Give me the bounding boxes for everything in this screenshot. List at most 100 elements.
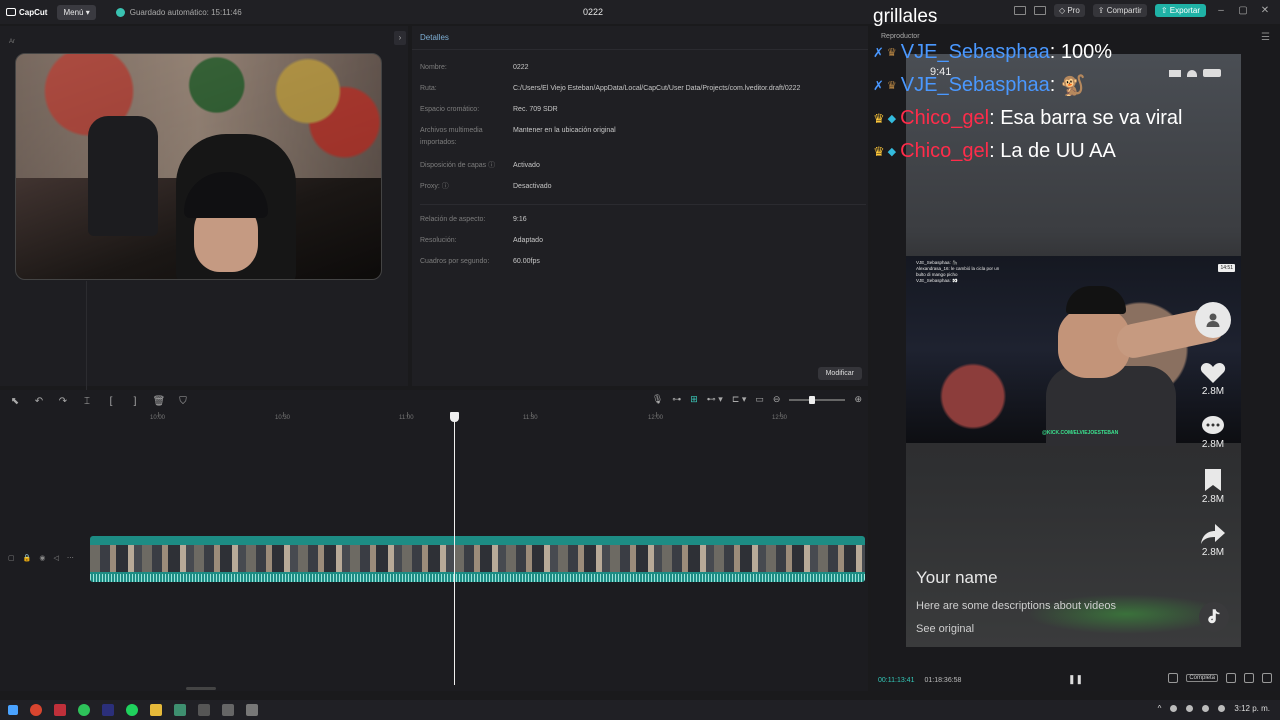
heart-icon [1200,363,1226,383]
details-header: › Detalles [394,26,868,50]
detail-label-fps: Cuadros por segundo: [420,258,490,265]
redo-icon[interactable]: ↷ [54,396,72,407]
like-action[interactable]: 2.8M [1200,362,1226,397]
chat-separator: : [989,107,1001,129]
magnet-icon[interactable]: ⊞ [690,394,698,405]
detail-label-layers-text: Disposición de capas [420,162,487,169]
microphone-icon[interactable]: 🎙 [652,394,663,405]
project-title: 0222 [583,7,604,17]
split-icon[interactable]: ⌶ [78,396,96,407]
spotify-icon[interactable] [126,704,138,716]
webcam-overlay [15,53,382,280]
share-button[interactable]: ⇪ Compartir [1092,4,1147,17]
menu-button[interactable]: Menú ▾ [57,4,96,20]
crop-icon[interactable] [1226,673,1236,683]
grid-icon[interactable] [1168,673,1179,683]
menu-button-label: Menú [63,7,84,17]
link-icon[interactable]: ⊶ [672,394,681,405]
lock-icon[interactable]: 🔒 [23,554,32,562]
collapse-panel-button[interactable]: › [394,31,406,45]
info-icon[interactable]: ⓘ [442,183,449,190]
windows-start-icon[interactable] [8,705,18,715]
media-tab[interactable]: Ar [9,39,15,45]
comment-action[interactable]: 2.8M [1201,415,1225,450]
whatsapp-icon[interactable] [78,704,90,716]
premiere-icon[interactable] [102,704,114,716]
keyboard-icon[interactable] [1033,6,1046,15]
preview-axis-icon[interactable]: ⊷ ▾ [707,394,723,405]
network-icon[interactable] [1186,705,1194,712]
detail-label-colorspace: Espacio cromático: [420,106,480,113]
capcut-taskbar-icon[interactable] [222,704,234,716]
quality-button[interactable]: Completa [1186,674,1218,682]
layout-icon[interactable] [1013,6,1026,15]
delete-icon[interactable]: 🗑 [150,396,168,407]
mic-tray-icon[interactable] [1170,705,1178,712]
detail-value-proxy: Desactivado [513,183,552,190]
shield-icon[interactable]: ⛉ [174,396,192,407]
maximize-icon[interactable]: ▢ [1236,5,1250,16]
app-logo-text: CapCut [19,7,48,17]
kick-app-icon[interactable] [54,704,66,716]
ruler-label: 10:30 [275,415,291,421]
select-tool-icon[interactable]: ⬉ [6,396,24,407]
autosave-icon [115,7,125,17]
capcut-logo-icon [6,8,16,16]
profile-avatar-icon[interactable] [1195,302,1231,338]
ratio-icon[interactable] [1244,673,1254,683]
minimize-icon[interactable]: – [1214,5,1228,16]
track-cover-icon[interactable]: ▢ [8,554,15,562]
sub-badge-icon: ♛ [886,47,897,59]
captions-icon[interactable]: ▭ [755,394,764,405]
chat-username: Chico_gel [900,107,990,129]
playhead[interactable] [454,412,455,685]
timeline-ruler[interactable]: 10:00 10:30 11:00 11:30 12:00 12:30 [90,412,866,426]
stream-chat: ✗ ♛ VJE_Sebasphaa : 100% ✗ ♛ VJE_Sebasph… [873,36,1183,168]
info-icon[interactable]: ⓘ [488,162,495,169]
chrome-icon[interactable] [30,704,42,716]
visibility-icon[interactable]: ◉ [39,554,45,562]
notion-icon[interactable] [198,704,210,716]
details-title: Detalles [420,33,449,42]
chat-username: VJE_Sebasphaa [900,41,1050,63]
zoom-slider-handle[interactable] [809,395,816,404]
undo-icon[interactable]: ↶ [30,396,48,407]
timeline-scrollbar[interactable] [186,687,216,690]
bookmark-action[interactable]: 2.8M [1202,468,1224,505]
video-description: Here are some descriptions about videos [916,600,1116,612]
snap-icon[interactable]: ⊏ ▾ [732,394,747,405]
trim-right-icon[interactable]: ] [126,396,144,407]
top-right-actions: ◇ Pro ⇪ Compartir ⇧ Exportar – ▢ ✕ [1013,4,1272,17]
detail-label-path: Ruta: [420,85,437,92]
zoom-out-icon[interactable]: ⊖ [773,394,781,405]
gaming-chair [88,116,158,236]
zoom-slider[interactable] [789,395,846,404]
pro-button[interactable]: ◇ Pro [1053,4,1085,17]
volume-icon[interactable] [1202,705,1210,712]
close-icon[interactable]: ✕ [1258,5,1272,16]
fullscreen-icon[interactable] [1262,673,1272,683]
trim-left-icon[interactable]: [ [102,396,120,407]
capcut-active-icon[interactable] [246,704,258,716]
player-menu-icon[interactable]: ☰ [1261,32,1270,43]
export-button[interactable]: ⇧ Exportar [1154,4,1206,17]
share-action[interactable]: 2.8M [1200,523,1226,558]
battery-tray-icon[interactable] [1218,705,1226,712]
ruler-label: 12:00 [648,415,664,421]
zoom-in-icon[interactable]: ⊕ [854,394,862,405]
tray-chevron-icon[interactable]: ^ [1158,704,1162,713]
see-original-link[interactable]: See original [916,623,974,635]
more-icon[interactable]: ⋯ [67,554,74,562]
video-clip[interactable] [90,536,865,582]
pause-icon[interactable]: ❚❚ [1068,674,1083,685]
detail-label-resolution: Resolución: [420,237,457,244]
file-explorer-icon[interactable] [150,704,162,716]
excel-icon[interactable] [174,704,186,716]
modify-button[interactable]: Modificar [817,367,862,380]
clock[interactable]: 3:12 p. m. [1234,704,1270,713]
side-actions: 2.8M 2.8M 2.8M 2.8M [1195,302,1231,576]
chat-username: Chico_gel [900,140,990,162]
autosave-text: Guardado automático: 15:11:46 [129,7,242,17]
chat-message: ✗ ♛ VJE_Sebasphaa : 🐒 [873,69,1183,102]
audio-icon[interactable]: ◁ [53,554,58,562]
